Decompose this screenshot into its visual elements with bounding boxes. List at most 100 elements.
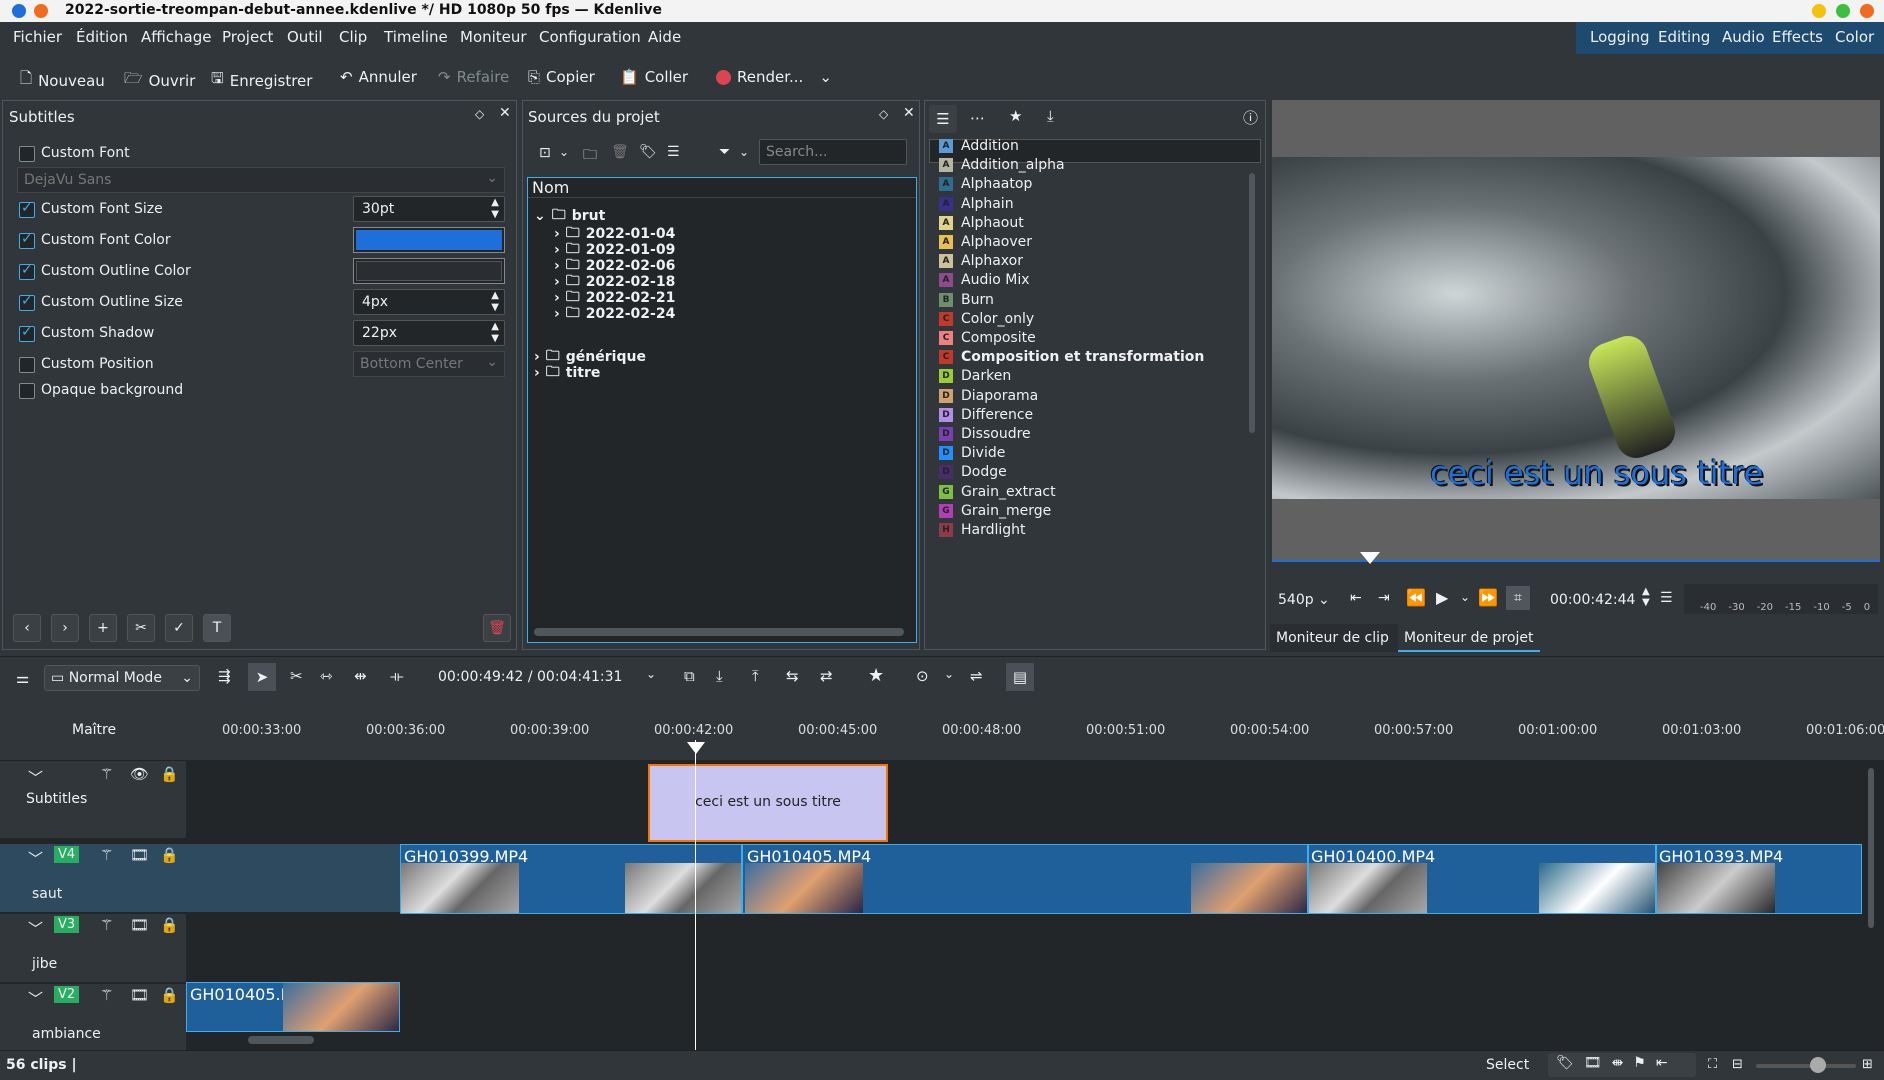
apply-button[interactable]: ✓ [165, 614, 193, 642]
info-icon[interactable]: ⓘ [1243, 107, 1258, 128]
track-tag-v2[interactable]: V2 [54, 986, 80, 1003]
favorite-star-icon[interactable]: ★ [868, 665, 884, 686]
resolution-select[interactable]: 540p ⌄ [1278, 592, 1330, 608]
zoom-in-icon[interactable]: ⊞ [1862, 1057, 1873, 1072]
window-close-dot-icon[interactable] [34, 4, 48, 18]
render-button[interactable]: Render... ⌄ [716, 68, 832, 86]
menu-moniteur[interactable]: Moniteur [460, 28, 527, 46]
vertical-scrollbar[interactable] [1868, 768, 1874, 928]
crop-icon[interactable]: ⌗ [1506, 586, 1530, 610]
add-clip-icon[interactable]: ⊡ [539, 145, 551, 161]
film-icon[interactable]: 🎞 [130, 846, 149, 864]
menu-outil[interactable]: Outil [287, 28, 323, 46]
track-name[interactable]: saut [32, 886, 62, 902]
spin-arrows-icon[interactable]: ▲ ▼ [491, 321, 499, 345]
track-tag-v3[interactable]: V3 [54, 916, 80, 933]
tab-project-monitor[interactable]: Moniteur de projet [1398, 624, 1540, 652]
effect-item[interactable]: A Addition_alpha [939, 157, 1065, 173]
effect-item[interactable]: D Diaporama [939, 388, 1038, 404]
font-size-checkbox[interactable] [19, 200, 35, 218]
multicam-tool-icon[interactable]: ⟛ [390, 667, 404, 685]
menu-project[interactable]: Project [222, 28, 273, 46]
font-color-checkbox[interactable] [19, 231, 35, 249]
tab-clip-monitor[interactable]: Moniteur de clip [1270, 624, 1398, 652]
menu-edition[interactable]: Édition [76, 28, 128, 46]
spin-arrows-icon[interactable]: ▲ ▼ [491, 290, 499, 314]
slip-tool-icon[interactable]: ⇿ [320, 667, 333, 685]
horizontal-scrollbar[interactable] [534, 628, 904, 636]
delete-subtitle-button[interactable]: 🗑 [483, 614, 511, 642]
trash-icon[interactable]: 🗑 [611, 144, 629, 160]
download-icon[interactable]: ⤓ [1047, 107, 1054, 125]
list-view-icon[interactable]: ☰ [929, 105, 957, 133]
chevron-down-icon[interactable]: ⌄ [646, 667, 656, 681]
effect-item[interactable]: B Burn [939, 292, 994, 308]
window-menu-icon[interactable] [12, 4, 26, 18]
position-checkbox[interactable] [19, 357, 35, 373]
film-icon[interactable]: 🎞 [130, 986, 149, 1004]
star-icon[interactable]: ★ [1009, 107, 1022, 125]
spacer-tool-icon[interactable]: ⇶ [218, 667, 231, 685]
spin-arrows-icon[interactable]: ▲ ▼ [491, 197, 499, 221]
track-name[interactable]: jibe [32, 956, 57, 972]
chevron-down-icon[interactable]: ⌄ [534, 208, 546, 224]
close-button[interactable] [1860, 4, 1874, 18]
menu-timeline[interactable]: Timeline [384, 28, 448, 46]
subtitle-track-icon[interactable]: ▤ [1006, 663, 1034, 691]
position-select[interactable]: Bottom Center ⌄ [353, 351, 505, 377]
search-input[interactable]: Search... [759, 139, 907, 165]
timeline-position[interactable]: 00:00:49:42 / 00:04:41:31 [438, 669, 622, 685]
next-subtitle-button[interactable]: › [51, 614, 79, 642]
chevron-right-icon[interactable]: › [554, 306, 560, 322]
lock-icon[interactable]: 🔒 [160, 986, 179, 1004]
menu-fichier[interactable]: Fichier [13, 28, 62, 46]
close-icon[interactable]: ✕ [903, 105, 915, 121]
folder-icon[interactable]: 🗀 [583, 144, 597, 168]
film-icon[interactable]: 🎞 [130, 916, 149, 934]
column-header-name[interactable]: Nom [528, 178, 916, 198]
layout-effects[interactable]: Effects [1772, 28, 1823, 46]
chevron-down-icon[interactable]: ﹀ [28, 988, 43, 1009]
mixer-icon[interactable]: ⇌ [970, 667, 983, 685]
menu-clip[interactable]: Clip [339, 28, 367, 46]
effect-item[interactable]: C Composition et transformation [939, 349, 1204, 365]
forward-icon[interactable]: ⏩ [1478, 588, 1498, 607]
fit-zoom-icon[interactable]: ⛶ [1708, 1057, 1717, 1072]
horizontal-scrollbar[interactable] [248, 1036, 314, 1044]
float-icon[interactable]: ◇ [879, 107, 888, 121]
folder-titre[interactable]: › 🗀 titre [534, 361, 600, 385]
eye-icon[interactable]: 👁 [130, 765, 149, 783]
record-audio-icon[interactable]: ⊙ [916, 667, 929, 685]
razor-tool-icon[interactable]: ✂ [290, 667, 303, 685]
rewind-icon[interactable]: ⏪ [1406, 588, 1426, 607]
maximize-button[interactable] [1836, 4, 1850, 18]
more-icon[interactable]: ⋯ [970, 109, 985, 127]
playhead-marker-icon[interactable] [687, 742, 705, 754]
chevron-down-icon[interactable]: ⌄ [739, 145, 749, 159]
tag-icon[interactable]: 🏷 [639, 144, 657, 160]
save-button[interactable]: 🖫 Enregistrer [211, 68, 312, 93]
outline-color-checkbox[interactable] [19, 262, 35, 280]
effect-item[interactable]: A Alphaover [939, 234, 1032, 250]
font-select[interactable]: DejaVu Sans ⌄ [17, 167, 505, 193]
sliders-icon[interactable]: ⚌ [16, 669, 29, 687]
effect-item[interactable]: D Difference [939, 407, 1033, 423]
redo-button[interactable]: ↷ Refaire [438, 68, 509, 86]
custom-font-checkbox[interactable] [19, 146, 35, 162]
film-icon[interactable]: 🎞 [1584, 1055, 1602, 1075]
zoom-out-icon[interactable]: ⊟ [1732, 1057, 1743, 1072]
chevron-right-icon[interactable]: › [534, 365, 540, 381]
effect-item[interactable]: C Color_only [939, 311, 1034, 327]
chevron-down-icon[interactable]: ﹀ [28, 848, 43, 869]
menu-affichage[interactable]: Affichage [141, 28, 211, 46]
playhead-marker-icon[interactable] [1360, 552, 1380, 564]
outline-size-checkbox[interactable] [19, 293, 35, 311]
list-view-icon[interactable]: ☰ [667, 144, 680, 160]
effect-item[interactable]: A Addition [939, 138, 1019, 154]
chevron-down-icon[interactable]: ⌄ [1460, 590, 1470, 604]
layout-color[interactable]: Color [1835, 28, 1874, 46]
play-icon[interactable]: ▶ [1436, 588, 1448, 607]
effects-wand-icon[interactable]: ⚚ [100, 765, 113, 783]
chevron-down-icon[interactable]: ⌄ [819, 68, 832, 86]
zone-in-icon[interactable]: ⇤ [1350, 590, 1362, 606]
